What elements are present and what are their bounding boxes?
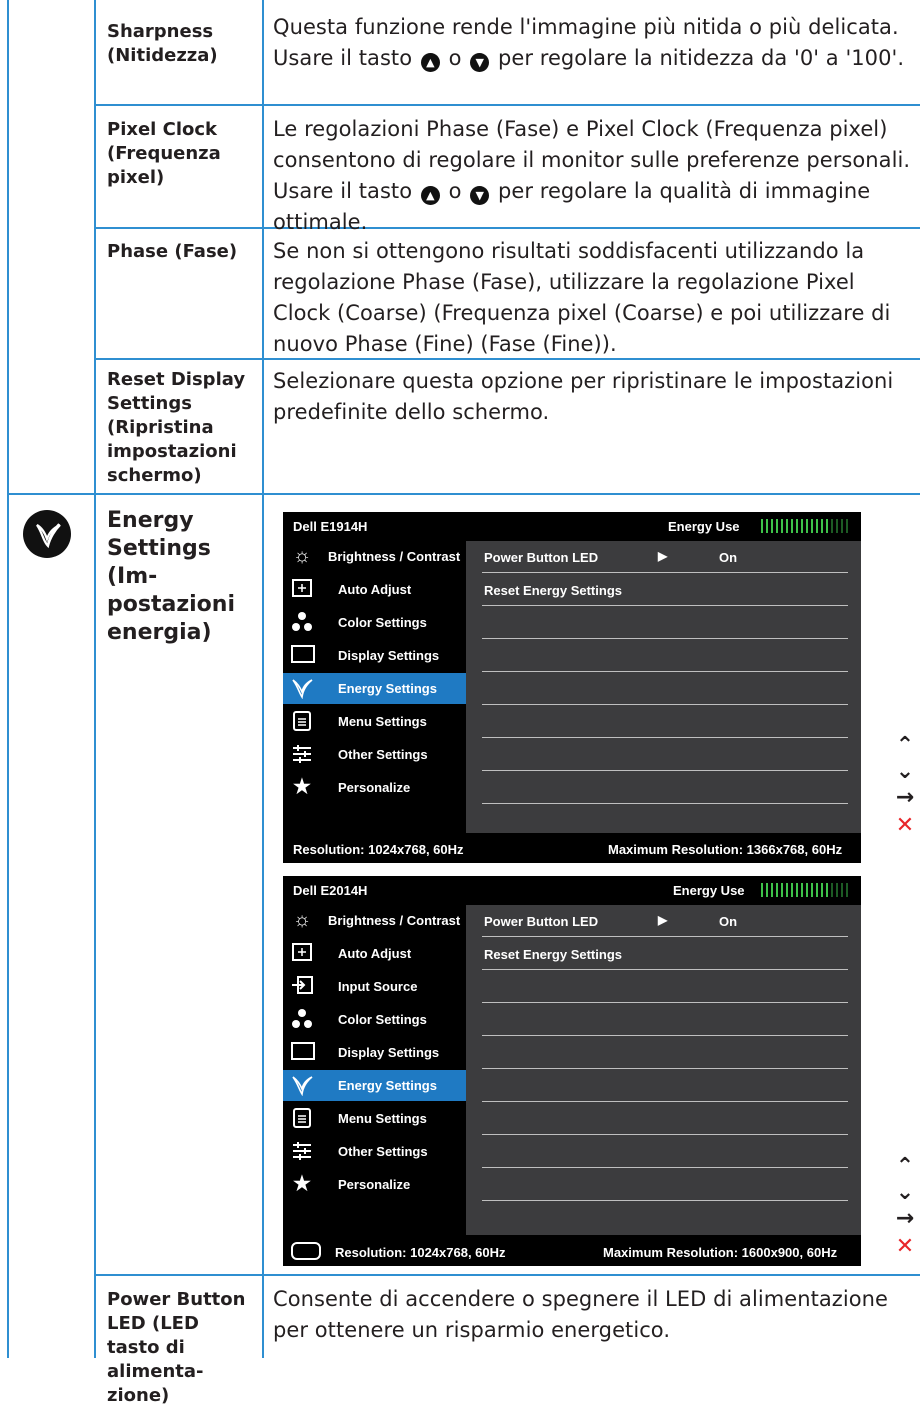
row-divider: [7, 493, 920, 495]
up-arrow-icon[interactable]: ⌃: [894, 1156, 916, 1178]
osd-menu-e2014h: Dell E2014H Energy Use ☼ Brightness / Con…: [283, 876, 861, 1266]
display-settings-icon: [291, 644, 315, 666]
osd-menu-item[interactable]: Color Settings: [283, 1004, 466, 1035]
star-icon: ★: [293, 776, 311, 798]
osd-nav-buttons: ⌃ ⌄ → ✕: [894, 735, 916, 845]
osd-model-title: Dell E2014H: [293, 883, 368, 898]
osd-menu-item[interactable]: Menu Settings: [283, 1103, 466, 1134]
enter-arrow-icon[interactable]: →: [894, 787, 916, 809]
row-desc-pixel-clock: Le regolazioni Phase (Fase) e Pixel Cloc…: [273, 117, 911, 234]
row-desc-power-button-led: Consente di accendere o spegnere il LED …: [273, 1287, 888, 1342]
other-settings-icon: [291, 743, 313, 765]
osd-menu-item[interactable]: ☼ Brightness / Contrast: [283, 905, 466, 936]
row-desc-phase: Se non si ottengono risultati soddisface…: [273, 239, 891, 356]
osd-menu-item[interactable]: Display Settings: [283, 1037, 466, 1068]
display-settings-icon: [291, 1041, 315, 1063]
table-border-left: [7, 0, 9, 1358]
osd-max-resolution: Maximum Resolution: 1366x768, 60Hz: [608, 842, 843, 857]
osd-menu-item[interactable]: Auto Adjust: [283, 938, 466, 969]
osd-nav-buttons: ⌃ ⌄ → ✕: [894, 1156, 916, 1266]
star-icon: ★: [293, 1173, 311, 1195]
caret-right-icon: ▶: [658, 913, 668, 927]
osd-energy-meter: [761, 883, 851, 897]
energy-settings-icon: [291, 677, 313, 700]
osd-footer: Resolution: 1024x768, 60Hz Maximum Resol…: [283, 1235, 861, 1266]
up-arrow-icon[interactable]: ⌃: [894, 735, 916, 757]
osd-energy-use-label: Energy Use: [668, 519, 740, 534]
enter-arrow-icon[interactable]: →: [894, 1208, 916, 1230]
row-label-energy-settings: Energy Settings (Im-postazioni energia): [107, 508, 235, 645]
osd-menu-item[interactable]: ★ Personalize: [283, 1169, 466, 1200]
osd-option-value: On: [719, 914, 738, 929]
connector-icon: [291, 1242, 321, 1260]
osd-option-power-led[interactable]: Power Button LED: [484, 550, 598, 565]
row-label-power-button-led: Power Button LED (LED tasto di alimenta-…: [107, 1289, 246, 1406]
osd-option-reset-energy[interactable]: Reset Energy Settings: [484, 583, 622, 598]
osd-option-power-led[interactable]: Power Button LED: [484, 914, 598, 929]
osd-right-panel: Power Button LED ▶ On Reset Energy Setti…: [466, 541, 861, 833]
osd-model-title: Dell E1914H: [293, 519, 368, 534]
row-label-pixel-clock: Pixel Clock (Frequenza pixel): [107, 119, 221, 188]
osd-menu-item[interactable]: Auto Adjust: [283, 574, 466, 605]
close-icon[interactable]: ✕: [894, 815, 916, 837]
osd-resolution: Resolution: 1024x768, 60Hz: [335, 1245, 506, 1260]
menu-settings-icon: [291, 1107, 313, 1129]
close-icon[interactable]: ✕: [894, 1236, 916, 1258]
up-button-icon: ▲: [420, 53, 440, 72]
down-arrow-icon[interactable]: ⌄: [894, 1182, 916, 1204]
brightness-icon: ☼: [292, 545, 312, 567]
input-source-icon: [291, 975, 313, 997]
down-button-icon: ▼: [470, 53, 490, 72]
color-settings-icon: [291, 1008, 313, 1030]
osd-energy-use-label: Energy Use: [673, 883, 745, 898]
down-button-icon: ▼: [470, 186, 490, 205]
osd-menu-item[interactable]: Other Settings: [283, 739, 466, 770]
auto-adjust-icon: [291, 578, 313, 600]
row-divider: [94, 1274, 920, 1276]
energy-leaf-icon: [23, 510, 71, 558]
table-divider-label-col: [262, 0, 264, 1358]
osd-right-panel: Power Button LED ▶ On Reset Energy Setti…: [466, 905, 861, 1235]
osd-menu-item-active[interactable]: Energy Settings: [283, 673, 466, 704]
osd-menu-item[interactable]: Other Settings: [283, 1136, 466, 1167]
row-label-reset-display: Reset Display Settings (Ripristina impos…: [107, 369, 246, 486]
osd-menu-item-active[interactable]: Energy Settings: [283, 1070, 466, 1101]
up-button-icon: ▲: [420, 186, 440, 205]
energy-settings-icon: [291, 1074, 313, 1097]
osd-menu-item[interactable]: ★ Personalize: [283, 772, 466, 803]
osd-left-menu: ☼ Brightness / Contrast Auto Adjust Input…: [283, 905, 466, 1235]
caret-right-icon: ▶: [658, 549, 668, 563]
osd-energy-meter: [761, 519, 851, 533]
brightness-icon: ☼: [292, 909, 312, 931]
row-label-sharpness: Sharpness (Nitidezza): [107, 21, 218, 66]
row-desc-sharpness: Questa funzione rende l'immagine più nit…: [273, 15, 905, 72]
osd-menu-item[interactable]: Input Source: [283, 971, 466, 1002]
table-divider-icon-col: [94, 0, 96, 1358]
row-label-phase: Phase (Fase): [107, 241, 238, 262]
osd-left-menu: ☼ Brightness / Contrast Auto Adjust Color…: [283, 541, 466, 833]
osd-resolution: Resolution: 1024x768, 60Hz: [293, 842, 464, 857]
auto-adjust-icon: [291, 942, 313, 964]
osd-option-reset-energy[interactable]: Reset Energy Settings: [484, 947, 622, 962]
osd-footer: Resolution: 1024x768, 60Hz Maximum Resol…: [283, 833, 861, 863]
osd-menu-item[interactable]: Color Settings: [283, 607, 466, 638]
osd-menu-item[interactable]: Display Settings: [283, 640, 466, 671]
osd-menu-e1914h: Dell E1914H Energy Use ☼ Brightness / Con…: [283, 512, 861, 863]
osd-option-value: On: [719, 550, 738, 565]
row-divider: [94, 104, 920, 106]
osd-max-resolution: Maximum Resolution: 1600x900, 60Hz: [603, 1245, 838, 1260]
other-settings-icon: [291, 1140, 313, 1162]
down-arrow-icon[interactable]: ⌄: [894, 761, 916, 783]
color-settings-icon: [291, 611, 313, 633]
row-desc-reset-display: Selezionare questa opzione per ripristin…: [273, 369, 894, 424]
osd-menu-item[interactable]: ☼ Brightness / Contrast: [283, 541, 466, 572]
menu-settings-icon: [291, 710, 313, 732]
osd-menu-item[interactable]: Menu Settings: [283, 706, 466, 737]
